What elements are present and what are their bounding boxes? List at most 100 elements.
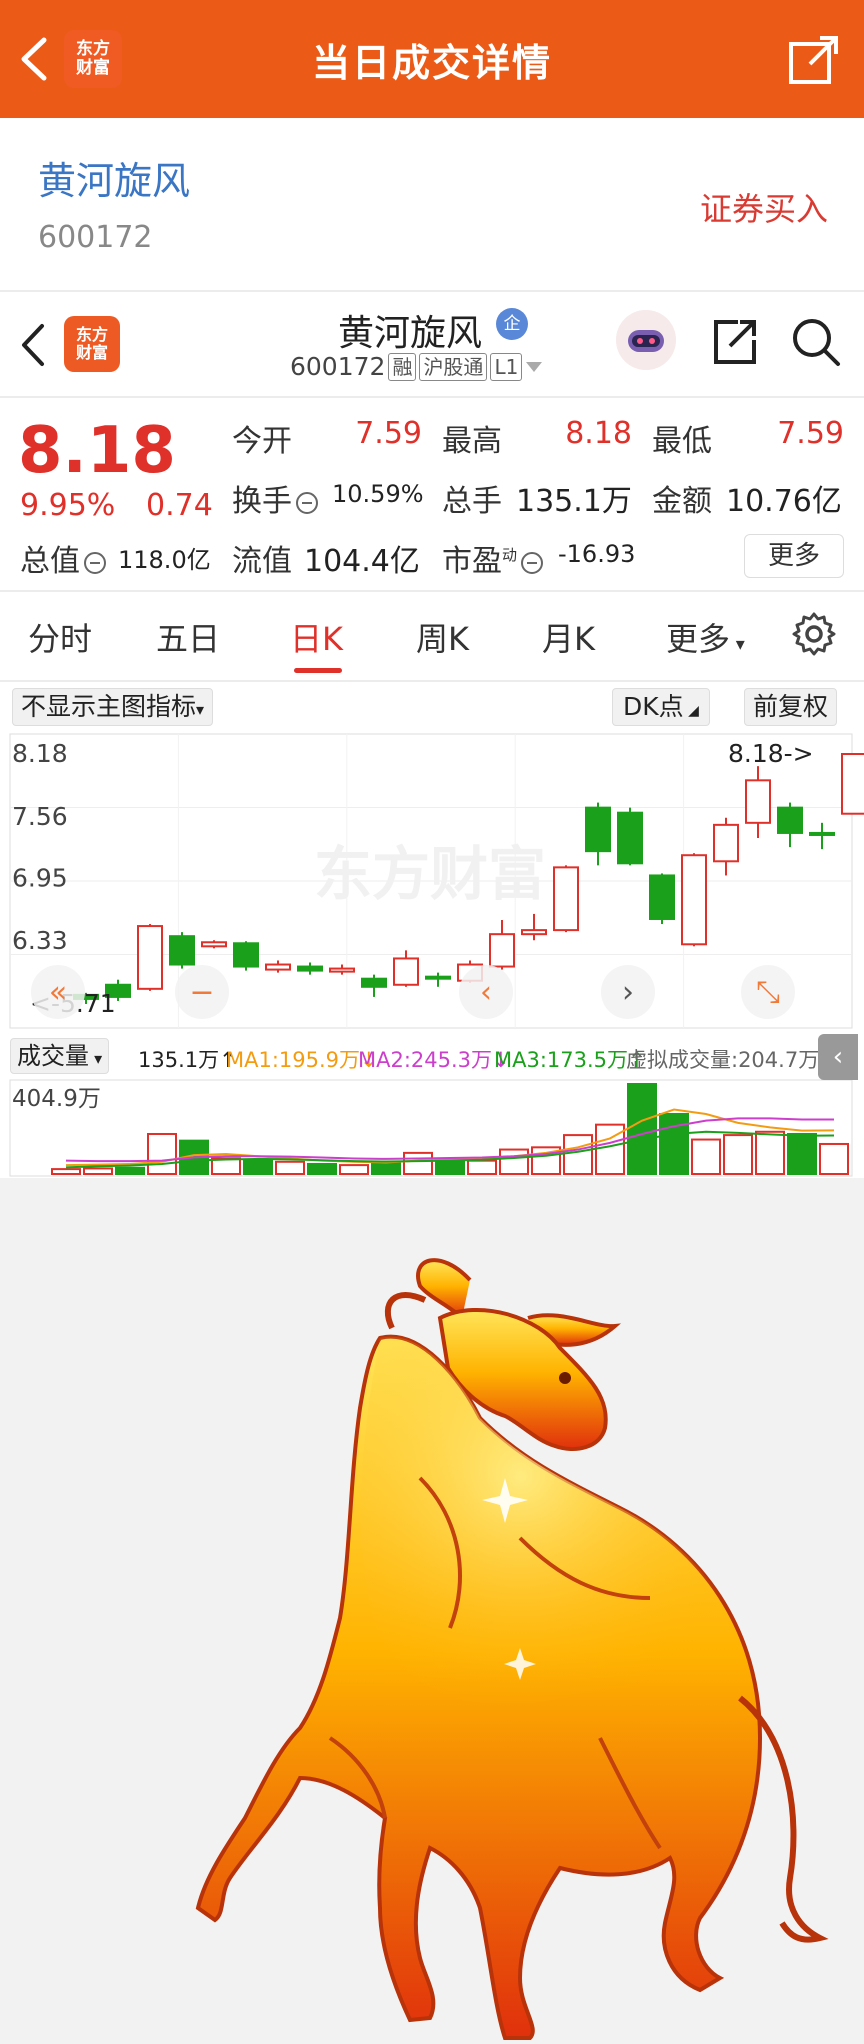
candle-body: [617, 811, 643, 865]
mktcap-label: 总值: [20, 536, 110, 580]
app-logo: 东方 财富: [64, 30, 122, 88]
volume-bar: [467, 1159, 497, 1175]
volume-bar: [275, 1160, 305, 1175]
candle-body: [361, 977, 387, 988]
eye-icon[interactable]: [84, 551, 106, 574]
fuquan-button[interactable]: 前复权: [744, 688, 838, 726]
change-value: 0.74: [146, 488, 213, 523]
volume-indicator-select[interactable]: 成交量 ▾: [10, 1038, 110, 1074]
assistant-robot-icon[interactable]: [616, 310, 676, 370]
stock-header: 黄河旋风 600172 证券买入: [0, 118, 864, 290]
volume-bar: [723, 1134, 753, 1175]
level-tag: L1: [490, 352, 523, 381]
candle-body: [553, 866, 579, 932]
hgt-tag: 沪股通: [419, 352, 488, 381]
candle-body: [201, 941, 227, 948]
float-value: 104.4亿: [304, 544, 420, 579]
candle-body: [233, 942, 259, 968]
tab-zhouk[interactable]: 周K: [416, 614, 469, 660]
quote-nav: 东方 财富 黄河旋风 企 600172 融 沪股通 L1: [0, 292, 864, 396]
turnover-label: 换手: [232, 476, 322, 520]
candle-body: [585, 806, 611, 853]
share-icon[interactable]: [788, 34, 840, 86]
kline-chart[interactable]: 东方财富8.187.566.956.338.18-><-5.71«−‹›⤡404…: [0, 682, 864, 1178]
candle-body: [297, 965, 323, 972]
more-button[interactable]: 更多: [744, 534, 844, 578]
dropdown-triangle-icon: [526, 361, 543, 372]
page-title: 当日成交详情: [311, 40, 552, 85]
margin-tag: 融: [388, 352, 417, 381]
candle-body: [329, 967, 355, 973]
collapse-arrow-icon[interactable]: ‹: [818, 1034, 858, 1080]
candle-body: [489, 933, 515, 968]
volume-bar: [371, 1161, 401, 1175]
candle-body: [393, 957, 419, 986]
active-tab-indicator: [294, 668, 342, 673]
tab-rik[interactable]: 日K: [290, 614, 343, 660]
chart-nav-icon: −: [189, 975, 214, 1010]
back-arrow-icon[interactable]: [16, 320, 50, 370]
tab-more[interactable]: 更多 ▾: [666, 614, 745, 660]
stock-code: 600172: [38, 220, 153, 255]
high-label: 最高: [442, 424, 502, 459]
enterprise-badge: 企: [496, 308, 528, 340]
candle-body: [521, 929, 547, 936]
candle-body: [777, 806, 803, 834]
pe-value: -16.93: [558, 540, 636, 568]
share-icon[interactable]: [708, 316, 760, 368]
eye-icon[interactable]: [296, 491, 318, 514]
candle-body: [713, 823, 739, 863]
volume-ma3: MA3:173.5万↑: [494, 1048, 646, 1072]
volume-value: 135.1万: [516, 484, 632, 519]
candle-body: [745, 779, 771, 824]
tab-fenshi[interactable]: 分时: [28, 614, 92, 660]
volume-legend: 成交量 ▾ 135.1万↑ MA1:195.9万↓ MA2:245.3万↓ MA…: [0, 1036, 864, 1076]
watermark: 东方财富: [314, 840, 546, 908]
candle-body: [425, 975, 451, 980]
candle-body: [681, 854, 707, 946]
dk-point-button[interactable]: DK点 ◢: [612, 688, 710, 726]
y-tick-label: 8.18: [12, 739, 68, 768]
candle-body: [137, 925, 163, 990]
tab-yuek[interactable]: 月K: [542, 614, 595, 660]
buy-button[interactable]: 证券买入: [700, 184, 828, 230]
volume-bar: [307, 1162, 337, 1175]
volume-bar: [499, 1148, 529, 1176]
eye-icon[interactable]: [521, 551, 544, 574]
volume-max-label: 404.9万: [12, 1086, 101, 1112]
candle-body: [809, 831, 835, 836]
y-tick-label: 6.95: [12, 863, 68, 892]
kline-chart-area: 东方财富8.187.566.956.338.18-><-5.71«−‹›⤡404…: [0, 682, 864, 1178]
back-arrow-icon[interactable]: [16, 36, 56, 82]
volume-bar: [243, 1159, 273, 1175]
candle-body: [265, 963, 291, 971]
volume-bar: [563, 1134, 593, 1175]
float-label: 流值: [232, 544, 292, 579]
indicator-select[interactable]: 不显示主图指标▾: [12, 688, 214, 726]
volume-total: 135.1万↑: [138, 1048, 237, 1072]
volume-bar: [51, 1168, 81, 1175]
volume-bar: [819, 1142, 849, 1176]
chart-nav-icon: «: [49, 975, 67, 1010]
chart-nav-icon: ‹: [480, 975, 492, 1010]
volume-ma2: MA2:245.3万↓: [358, 1048, 510, 1072]
gear-icon[interactable]: [790, 610, 838, 658]
chart-nav-icon: ›: [622, 975, 634, 1010]
search-icon[interactable]: [790, 316, 842, 368]
stock-title: 黄河旋风: [338, 313, 483, 354]
volume-bar: [627, 1083, 657, 1175]
current-price: 8.18: [18, 414, 176, 488]
volume-bar: [339, 1164, 369, 1176]
open-value: 7.59: [355, 416, 422, 451]
stock-name[interactable]: 黄河旋风: [38, 150, 190, 205]
stock-code-line[interactable]: 600172 融 沪股通 L1: [290, 352, 543, 381]
virtual-volume: 虚拟成交量:204.7万: [626, 1048, 820, 1072]
amount-value: 10.76亿: [726, 484, 842, 519]
y-tick-label: 7.56: [12, 802, 68, 831]
top-bar: 东方 财富 当日成交详情: [0, 0, 864, 118]
volume-bar: [659, 1112, 689, 1175]
tab-wuri[interactable]: 五日: [156, 614, 220, 660]
volume-bar: [147, 1132, 177, 1175]
bull-illustration: [0, 1178, 864, 2044]
mktcap-value: 118.0亿: [118, 546, 211, 574]
